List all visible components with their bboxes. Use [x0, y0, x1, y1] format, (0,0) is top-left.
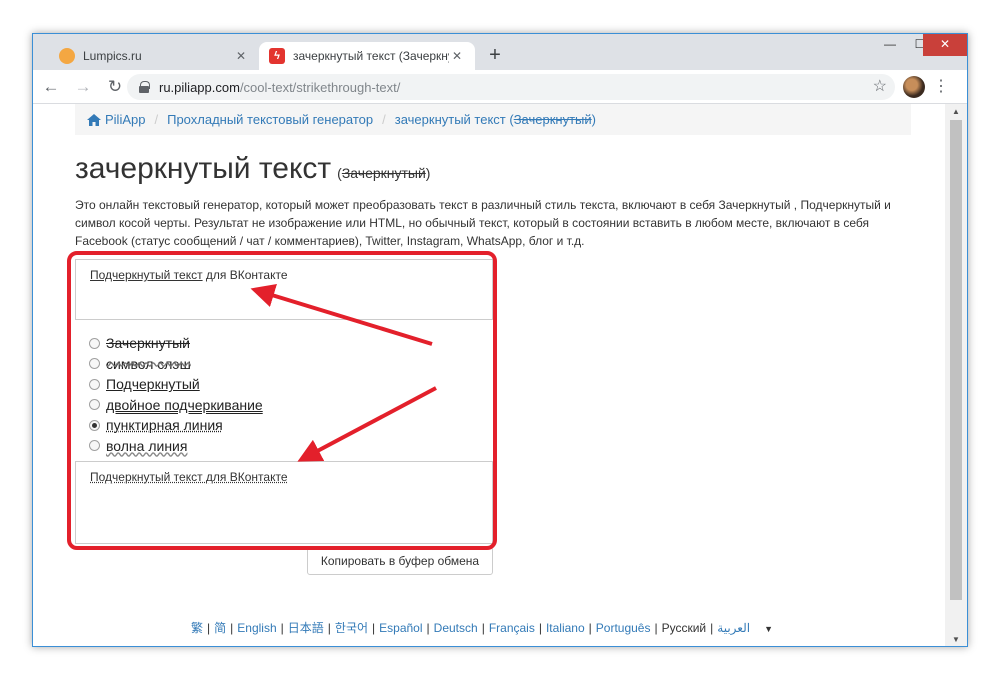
new-tab-button[interactable]: + — [483, 44, 507, 68]
language-dropdown-icon[interactable]: ▼ — [764, 624, 773, 634]
reload-icon[interactable]: ↻ — [101, 73, 129, 101]
tab-title: Lumpics.ru — [83, 49, 142, 63]
breadcrumb-current-strike: Зачеркнутый — [513, 112, 592, 127]
lang-separator: | — [280, 621, 284, 635]
subtitle-paren-close: ) — [425, 165, 431, 181]
lang-link[interactable]: 简 — [214, 621, 226, 635]
breadcrumb-current-text: зачеркнутый текст ( — [394, 112, 514, 127]
lang-link[interactable]: Português — [596, 621, 651, 635]
lang-link[interactable]: 한국어 — [335, 621, 368, 635]
piliapp-favicon-icon: ϟ — [269, 48, 285, 64]
breadcrumb-home-link[interactable]: PiliApp — [105, 112, 145, 127]
tab-lumpics[interactable]: Lumpics.ru ✕ — [49, 42, 259, 70]
breadcrumb-separator: / — [382, 112, 386, 127]
lang-current: Русский — [661, 621, 707, 635]
lang-link[interactable]: 日本語 — [288, 621, 324, 635]
breadcrumb-separator: / — [154, 112, 159, 127]
page-title-text: зачеркнутый текст — [75, 152, 332, 185]
lang-separator: | — [481, 621, 485, 635]
window-close-icon[interactable]: ✕ — [923, 34, 967, 56]
lang-link[interactable]: Français — [489, 621, 535, 635]
vertical-scrollbar[interactable]: ▲ ▼ — [945, 104, 967, 646]
lock-icon — [139, 81, 150, 93]
tab-close-icon[interactable]: ✕ — [449, 49, 465, 63]
bookmark-star-icon[interactable]: ☆ — [873, 76, 887, 96]
address-bar[interactable]: ru.piliapp.com/cool-text/strikethrough-t… — [127, 74, 895, 100]
lang-link[interactable]: English — [237, 621, 276, 635]
forward-icon[interactable]: → — [69, 73, 97, 101]
breadcrumb: PiliApp / Прохладный текстовый генератор… — [75, 104, 911, 135]
back-icon[interactable]: ← — [37, 73, 65, 101]
annotation-highlight-box — [67, 251, 497, 550]
lang-separator: | — [710, 621, 714, 635]
breadcrumb-section-link[interactable]: Прохладный текстовый генератор — [167, 112, 373, 127]
lang-separator: | — [588, 621, 592, 635]
lang-separator: | — [372, 621, 376, 635]
lang-link[interactable]: Español — [379, 621, 422, 635]
lang-link[interactable]: العربية — [717, 621, 750, 635]
url-domain: ru.piliapp.com — [159, 79, 240, 95]
kebab-menu-icon[interactable]: ⋮ — [933, 76, 949, 96]
tab-title: зачеркнутый текст (Зачеркнутый — [293, 49, 449, 63]
subtitle-strike: Зачеркнутый — [341, 165, 426, 181]
tab-piliapp[interactable]: ϟ зачеркнутый текст (Зачеркнутый ✕ — [259, 42, 475, 70]
copy-to-clipboard-button[interactable]: Копировать в буфер обмена — [307, 547, 493, 575]
profile-avatar[interactable] — [903, 76, 925, 98]
lang-separator: | — [654, 621, 658, 635]
tab-close-icon[interactable]: ✕ — [233, 49, 249, 63]
lang-link[interactable]: Italiano — [546, 621, 585, 635]
home-icon — [87, 113, 101, 126]
breadcrumb-current-close: ) — [591, 112, 597, 127]
lumpics-favicon-icon — [59, 48, 75, 64]
lang-separator: | — [230, 621, 234, 635]
lang-separator: | — [538, 621, 542, 635]
page-subtitle: (Зачеркнутый) — [337, 165, 430, 181]
url-path: /cool-text/strikethrough-text/ — [239, 79, 401, 95]
scroll-up-icon[interactable]: ▲ — [945, 104, 967, 120]
page-description: Это онлайн текстовый генератор, который … — [75, 198, 891, 248]
browser-toolbar: ← → ↻ ru.piliapp.com/cool-text/strikethr… — [33, 70, 967, 104]
scroll-down-icon[interactable]: ▼ — [945, 632, 967, 646]
scrollbar-thumb[interactable] — [950, 120, 962, 600]
lang-separator: | — [426, 621, 430, 635]
language-bar: 繁 | 简 | English | 日本語 | 한국어 | Español | Deutsch | Fran… — [191, 619, 773, 636]
tab-strip: Lumpics.ru ✕ ϟ зачеркнутый текст (Зачерк… — [33, 34, 967, 70]
breadcrumb-current-link[interactable]: зачеркнутый текст (Зачеркнутый) — [395, 112, 596, 127]
lang-link[interactable]: Deutsch — [434, 621, 478, 635]
lang-separator: | — [327, 621, 331, 635]
lang-separator: | — [207, 621, 211, 635]
page-title: зачеркнутый текст (Зачеркнутый) — [75, 152, 430, 186]
lang-link[interactable]: 繁 — [191, 621, 203, 635]
minimize-icon[interactable]: — — [875, 34, 905, 56]
